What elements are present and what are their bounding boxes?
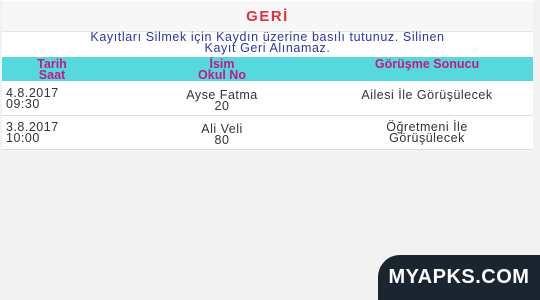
row-school-no: 20	[214, 99, 230, 113]
back-button[interactable]: GERİ	[2, 1, 533, 32]
back-button-label: GERİ	[246, 7, 289, 25]
header-time: Saat	[38, 68, 66, 82]
table-header: Tarih Saat İsim Okul No Görüşme Sonucu	[2, 57, 533, 81]
table-row[interactable]: 3.8.2017 10:00 Ali Veli 80 Öğretmeni İle…	[2, 116, 533, 150]
row-result: Ailesi İle Görüşülecek	[322, 88, 532, 102]
row-result-line-1: Ailesi İle Görüşülecek	[361, 88, 493, 102]
row-time: 10:00	[6, 131, 40, 145]
watermark-logo: MYAPKS.COM	[378, 255, 540, 300]
row-date-time: 3.8.2017 10:00	[6, 121, 96, 145]
row-result-line-2: Görüşülecek	[389, 131, 465, 145]
info-line-2: Kayıt Geri Alınamaz.	[204, 41, 331, 55]
row-result: Öğretmeni İle Görüşülecek	[322, 121, 532, 145]
header-date-time: Tarih Saat	[22, 58, 82, 82]
header-result: Görüşme Sonucu	[374, 57, 480, 71]
row-school-no: 80	[214, 133, 230, 147]
row-name-school-no: Ayse Fatma 20	[142, 89, 302, 113]
records-panel: GERİ Kayıtları Silmek için Kaydın üzerin…	[2, 0, 533, 150]
row-time: 09:30	[6, 97, 40, 111]
row-date-time: 4.8.2017 09:30	[6, 87, 96, 111]
delete-info-text: Kayıtları Silmek için Kaydın üzerine bas…	[2, 31, 533, 55]
row-name-school-no: Ali Veli 80	[142, 123, 302, 147]
header-name-school-no: İsim Okul No	[152, 58, 292, 82]
table-row[interactable]: 4.8.2017 09:30 Ayse Fatma 20 Ailesi İle …	[2, 82, 533, 116]
header-school-no: Okul No	[198, 68, 246, 82]
